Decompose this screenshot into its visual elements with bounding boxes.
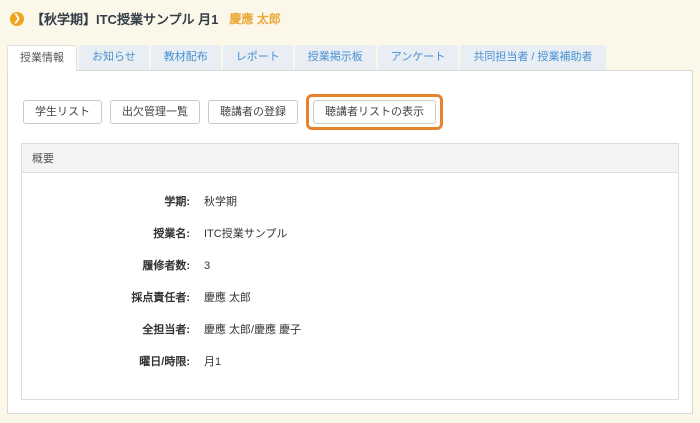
tab-bar: 授業情報 お知らせ 教材配布 レポート 授業掲示板 アンケート 共同担当者 / …: [0, 45, 700, 70]
tab-reports[interactable]: レポート: [223, 45, 293, 70]
register-auditor-button[interactable]: 聴講者の登録: [208, 100, 298, 124]
tab-class-board[interactable]: 授業掲示板: [295, 45, 376, 70]
row-label: 学期:: [22, 194, 190, 210]
row-value: 慶應 太郎: [204, 290, 251, 306]
overview-row-enrolled-count: 履修者数: 3: [22, 250, 678, 282]
overview-box-title: 概要: [22, 144, 678, 173]
attendance-management-button[interactable]: 出欠管理一覧: [110, 100, 200, 124]
show-auditor-list-button[interactable]: 聴講者リストの表示: [313, 100, 436, 124]
tab-surveys[interactable]: アンケート: [378, 45, 459, 70]
row-value: 慶應 太郎/慶應 慶子: [204, 322, 301, 338]
chevron-right-circle-icon: ❯: [10, 12, 24, 26]
tab-announcements[interactable]: お知らせ: [79, 45, 149, 70]
row-label: 全担当者:: [22, 322, 190, 338]
course-owner-name: 慶應 太郎: [229, 10, 280, 27]
highlight-annotation: 聴講者リストの表示: [306, 94, 443, 130]
overview-row-course-name: 授業名: ITC授業サンプル: [22, 218, 678, 250]
row-value: 月1: [204, 354, 221, 370]
overview-box-body: 学期: 秋学期 授業名: ITC授業サンプル 履修者数: 3 採点責任者: 慶應…: [22, 173, 678, 399]
overview-row-all-instructors: 全担当者: 慶應 太郎/慶應 慶子: [22, 314, 678, 346]
page-header: ❯ 【秋学期】ITC授業サンプル 月1 慶應 太郎: [0, 0, 700, 34]
tab-co-instructors[interactable]: 共同担当者 / 授業補助者: [460, 45, 605, 70]
row-value: ITC授業サンプル: [204, 226, 287, 242]
page-title: 【秋学期】ITC授業サンプル 月1: [31, 9, 218, 28]
row-label: 曜日/時限:: [22, 354, 190, 370]
overview-row-semester: 学期: 秋学期: [22, 186, 678, 218]
overview-row-day-period: 曜日/時限: 月1: [22, 346, 678, 378]
toolbar: 学生リスト 出欠管理一覧 聴講者の登録 聴講者リストの表示: [23, 100, 692, 124]
overview-row-grading-manager: 採点責任者: 慶應 太郎: [22, 282, 678, 314]
row-label: 授業名:: [22, 226, 190, 242]
overview-box: 概要 学期: 秋学期 授業名: ITC授業サンプル 履修者数: 3 採点責任者:…: [21, 143, 679, 400]
row-value: 3: [204, 258, 210, 274]
course-info-panel: 学生リスト 出欠管理一覧 聴講者の登録 聴講者リストの表示 概要 学期: 秋学期…: [7, 70, 693, 414]
tab-materials[interactable]: 教材配布: [151, 45, 221, 70]
tab-course-info[interactable]: 授業情報: [7, 45, 77, 71]
row-value: 秋学期: [204, 194, 237, 210]
student-list-button[interactable]: 学生リスト: [23, 100, 102, 124]
row-label: 履修者数:: [22, 258, 190, 274]
row-label: 採点責任者:: [22, 290, 190, 306]
